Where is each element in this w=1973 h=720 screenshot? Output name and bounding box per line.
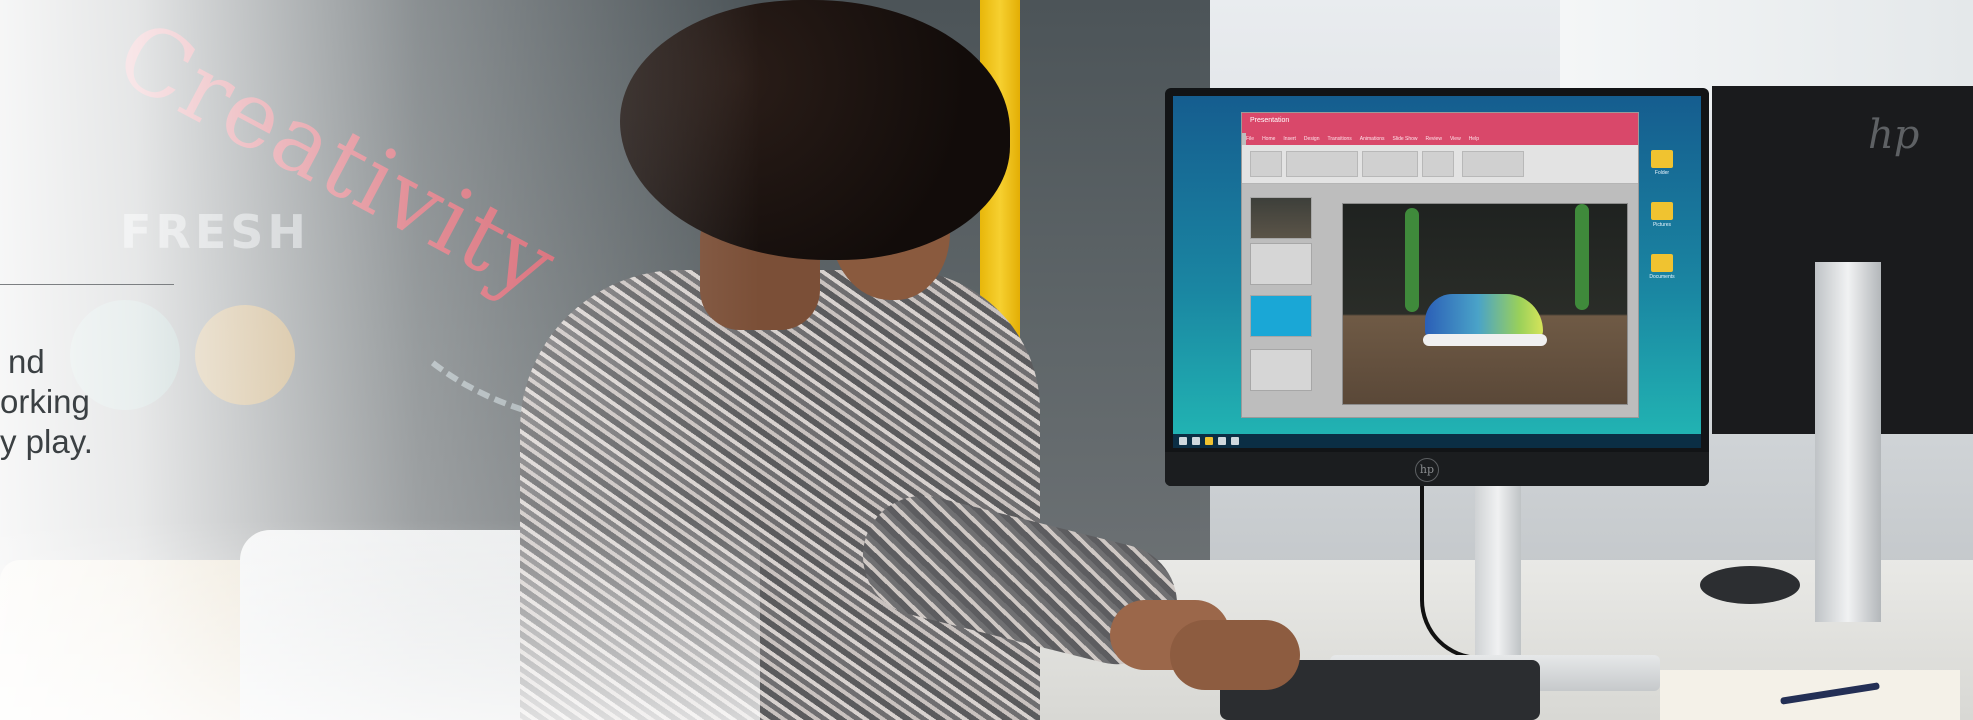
cactus-image xyxy=(1575,204,1589,310)
desktop-icon-label: Documents xyxy=(1649,274,1675,280)
person-hand xyxy=(1170,620,1300,690)
app-ribbon xyxy=(1242,145,1638,184)
slide-thumbnail xyxy=(1250,243,1312,285)
taskbar-item[interactable] xyxy=(1231,437,1239,445)
photo-scene: Creativity FRESH Presentation File Home … xyxy=(0,0,1973,720)
ribbon-group xyxy=(1422,151,1454,177)
ribbon-group xyxy=(1286,151,1358,177)
windows-start-icon[interactable] xyxy=(1179,437,1187,445)
desktop-icon-documents[interactable]: Documents xyxy=(1648,254,1676,280)
menu-item: Slide Show xyxy=(1392,136,1418,142)
slide-canvas xyxy=(1342,203,1628,405)
white-gradient-overlay-bottom xyxy=(0,520,760,720)
taskbar xyxy=(1173,434,1701,448)
menu-item: Help xyxy=(1468,136,1479,142)
cactus-image xyxy=(1405,208,1419,312)
desktop-icon-folder[interactable]: Folder xyxy=(1648,150,1676,176)
menu-item: Transitions xyxy=(1327,136,1352,142)
taskbar-item[interactable] xyxy=(1192,437,1200,445)
hero-copy-line: orking xyxy=(0,383,90,420)
hp-logo-icon: hp xyxy=(1868,112,1919,158)
hero-copy-line: y play. xyxy=(0,423,93,460)
hp-logo-icon: hp xyxy=(1415,458,1439,482)
second-monitor-brand: hp xyxy=(1868,112,1920,158)
slide-thumbnail-pane xyxy=(1250,197,1312,407)
sneaker-sole xyxy=(1423,334,1547,346)
text-divider xyxy=(0,284,174,285)
folder-icon xyxy=(1651,254,1673,272)
slide-thumbnail xyxy=(1250,197,1312,239)
presentation-app-window: Presentation File Home Insert Design Tra… xyxy=(1241,112,1639,418)
ribbon-group xyxy=(1462,151,1524,177)
desktop-icon-pictures[interactable]: Pictures xyxy=(1648,202,1676,228)
menu-item: View xyxy=(1449,136,1461,142)
menu-item: Design xyxy=(1303,136,1320,142)
hero-copy: nd orking y play. xyxy=(0,342,160,462)
app-menu-bar: File Home Insert Design Transitions Anim… xyxy=(1246,133,1638,145)
app-title: Presentation xyxy=(1250,117,1290,124)
folder-icon xyxy=(1651,202,1673,220)
slide-thumbnail xyxy=(1250,349,1312,391)
second-monitor-stand xyxy=(1815,262,1881,622)
taskbar-item[interactable] xyxy=(1218,437,1226,445)
hero-copy-line: nd xyxy=(8,343,45,380)
desktop-icon-label: Pictures xyxy=(1652,222,1672,228)
menu-item: Animations xyxy=(1359,136,1385,142)
menu-item: Review xyxy=(1425,136,1442,142)
ribbon-group xyxy=(1362,151,1418,177)
mouse xyxy=(1700,566,1800,604)
monitor-stand xyxy=(1475,486,1521,666)
menu-item: File xyxy=(1246,136,1255,142)
ribbon-group xyxy=(1250,151,1282,177)
app-titlebar: Presentation xyxy=(1242,113,1638,133)
slide-thumbnail xyxy=(1250,295,1312,337)
folder-icon xyxy=(1651,150,1673,168)
menu-item: Insert xyxy=(1283,136,1296,142)
folder-icon[interactable] xyxy=(1205,437,1213,445)
menu-item: Home xyxy=(1262,136,1276,142)
monitor-brand: hp xyxy=(1419,463,1435,476)
desktop-icon-label: Folder xyxy=(1654,170,1670,176)
